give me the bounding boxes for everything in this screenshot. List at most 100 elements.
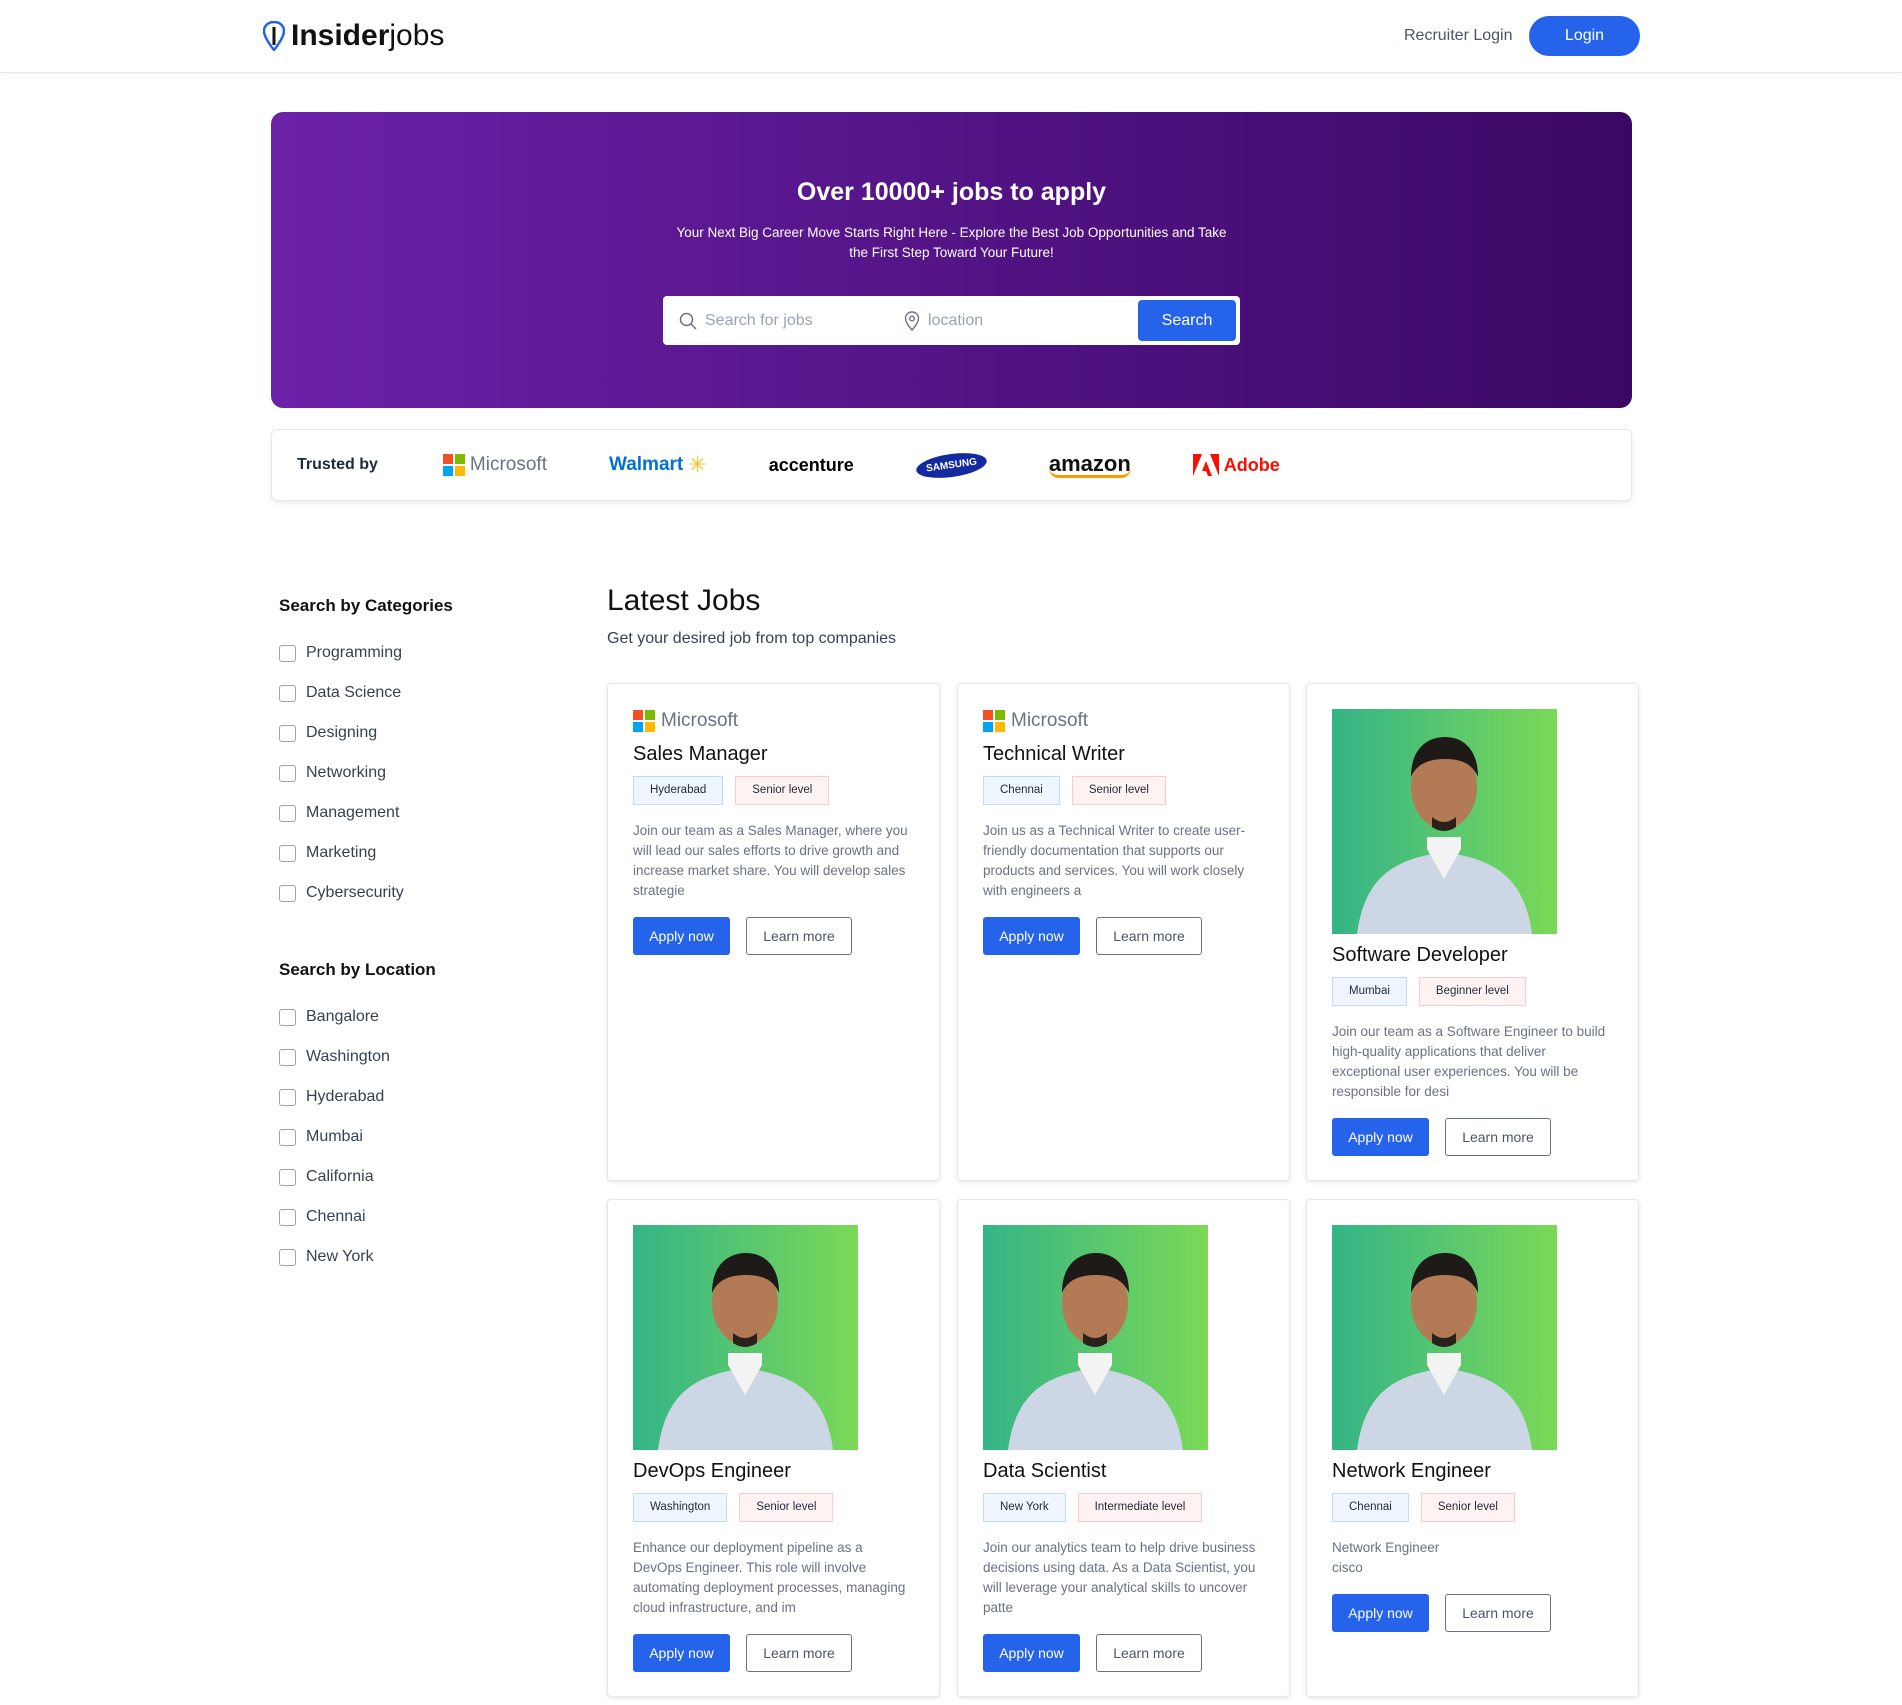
apply-now-button[interactable]: Apply now <box>1332 1118 1429 1156</box>
job-description: Join our analytics team to help drive bu… <box>983 1540 1256 1615</box>
location-badge: Mumbai <box>1332 977 1407 1006</box>
apply-now-button[interactable]: Apply now <box>633 1634 730 1672</box>
category-checkbox[interactable] <box>279 724 296 742</box>
learn-more-button[interactable]: Learn more <box>746 1634 852 1672</box>
category-filter-networking[interactable]: Networking <box>279 764 386 782</box>
category-checkbox[interactable] <box>279 804 296 822</box>
location-label: California <box>306 1168 374 1185</box>
job-actions: Apply now Learn more <box>983 917 1264 955</box>
learn-more-button[interactable]: Learn more <box>1445 1594 1551 1632</box>
job-title: DevOps Engineer <box>633 1460 791 1482</box>
trusted-by-label: Trusted by <box>297 456 378 473</box>
location-badge: Washington <box>633 1493 728 1522</box>
category-checkbox[interactable] <box>279 684 296 702</box>
recruiter-login-link[interactable]: Recruiter Login <box>1404 27 1513 45</box>
level-badge: Intermediate level <box>1077 1493 1203 1522</box>
category-filter-programming[interactable]: Programming <box>279 644 402 662</box>
category-checkbox[interactable] <box>279 764 296 782</box>
category-checkbox[interactable] <box>279 884 296 902</box>
hero-title: Over 10000+ jobs to apply <box>796 178 1107 206</box>
location-checkbox[interactable] <box>279 1008 296 1026</box>
job-card: Microsoft Technical Writer Chennai Senior l… <box>957 683 1290 1181</box>
learn-more-button[interactable]: Learn more <box>1096 917 1202 955</box>
logo[interactable]: Insiderjobs <box>263 19 444 53</box>
location-label: Washington <box>306 1048 390 1065</box>
job-title: Technical Writer <box>983 743 1125 765</box>
category-filter-management[interactable]: Management <box>279 804 399 822</box>
job-search-placeholder: Search for jobs <box>705 311 813 329</box>
location-checkbox[interactable] <box>279 1088 296 1106</box>
location-checkbox[interactable] <box>279 1208 296 1226</box>
location-badge: New York <box>983 1493 1066 1522</box>
location-label: Hyderabad <box>306 1088 385 1105</box>
location-checkbox[interactable] <box>279 1128 296 1146</box>
category-checkbox[interactable] <box>279 644 296 662</box>
job-description: Join us as a Technical Writer to create … <box>983 823 1246 898</box>
apply-now-button[interactable]: Apply now <box>633 917 730 955</box>
apply-now-button[interactable]: Apply now <box>1332 1594 1429 1632</box>
category-filter-data-science[interactable]: Data Science <box>279 684 401 702</box>
learn-more-button[interactable]: Learn more <box>1445 1118 1551 1156</box>
company-name: Microsoft <box>661 710 739 731</box>
adobe-logo: Adobe <box>1192 454 1280 476</box>
job-actions: Apply now Learn more <box>1332 1594 1613 1632</box>
level-badge: Senior level <box>1071 776 1166 805</box>
job-tags: Mumbai Beginner level <box>1332 977 1613 1006</box>
location-filter-hyderabad[interactable]: Hyderabad <box>279 1088 384 1106</box>
hero-subtitle: Your Next Big Career Move Starts Right H… <box>676 225 1227 260</box>
category-label: Cybersecurity <box>306 884 404 901</box>
company-photo <box>1332 1225 1557 1450</box>
microsoft-logo: Microsoft <box>442 454 547 476</box>
location-filter-washington[interactable]: Washington <box>279 1048 390 1066</box>
job-card: Network Engineer Chennai Senior level Netwo… <box>1306 1199 1639 1697</box>
location-checkbox[interactable] <box>279 1248 296 1266</box>
logo-pin-icon <box>263 21 285 51</box>
hero-banner: Over 10000+ jobs to apply Your Next Big … <box>271 112 1632 408</box>
category-label: Designing <box>306 724 378 741</box>
job-title: Sales Manager <box>633 743 768 765</box>
apply-now-button[interactable]: Apply now <box>983 1634 1080 1672</box>
search-button[interactable]: Search <box>1138 300 1236 341</box>
location-label: Chennai <box>306 1208 366 1225</box>
location-badge: Hyderabad <box>633 776 724 805</box>
location-checkbox[interactable] <box>279 1048 296 1066</box>
job-search-field[interactable]: Search for jobs <box>663 312 888 330</box>
location-field[interactable]: location <box>888 310 1118 331</box>
category-filter-marketing[interactable]: Marketing <box>279 844 376 862</box>
job-tags: Hyderabad Senior level <box>633 776 914 805</box>
job-description: Join our team as a Sales Manager, where … <box>633 823 908 898</box>
job-tags: Chennai Senior level <box>1332 1493 1613 1522</box>
category-label: Marketing <box>306 844 377 861</box>
category-filter-designing[interactable]: Designing <box>279 724 377 742</box>
job-card: Microsoft Sales Manager Hyderabad Senior le… <box>607 683 940 1181</box>
job-title: Software Developer <box>1332 944 1508 966</box>
location-checkbox[interactable] <box>279 1168 296 1186</box>
accenture-logo: accenture <box>768 454 854 475</box>
location-filter-bangalore[interactable]: Bangalore <box>279 1008 379 1026</box>
job-description: Join our team as a Software Engineer to … <box>1332 1024 1606 1099</box>
category-label: Management <box>306 804 400 821</box>
header: Insiderjobs Recruiter Login Login <box>0 0 1902 73</box>
location-filter-mumbai[interactable]: Mumbai <box>279 1128 363 1146</box>
samsung-logo: SAMSUNG <box>914 448 989 482</box>
logo-text-bold: Insider <box>291 19 390 52</box>
apply-now-button[interactable]: Apply now <box>983 917 1080 955</box>
microsoft-logo-icon <box>633 710 655 732</box>
company-logo: Microsoft <box>633 709 914 733</box>
learn-more-button[interactable]: Learn more <box>746 917 852 955</box>
search-icon <box>679 312 697 330</box>
location-filter-new-york[interactable]: New York <box>279 1248 374 1266</box>
location-badge: Chennai <box>983 776 1060 805</box>
location-label: Mumbai <box>306 1128 363 1145</box>
location-filter-california[interactable]: California <box>279 1168 374 1186</box>
learn-more-button[interactable]: Learn more <box>1096 1634 1202 1672</box>
category-checkbox[interactable] <box>279 844 296 862</box>
job-tags: New York Intermediate level <box>983 1493 1264 1522</box>
category-filter-cybersecurity[interactable]: Cybersecurity <box>279 884 404 902</box>
location-label: Bangalore <box>306 1008 379 1025</box>
location-filter-chennai[interactable]: Chennai <box>279 1208 366 1226</box>
job-actions: Apply now Learn more <box>633 1634 914 1672</box>
login-button[interactable]: Login <box>1529 16 1640 56</box>
microsoft-logo-icon <box>983 710 1005 732</box>
categories-heading: Search by Categories <box>279 596 453 615</box>
